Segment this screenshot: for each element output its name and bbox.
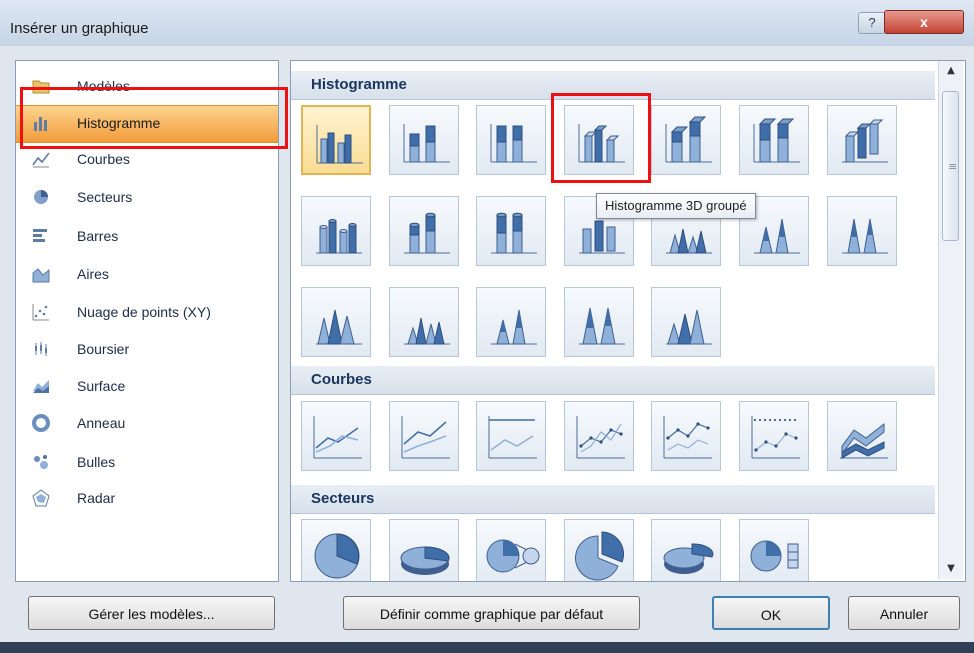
radar-chart-icon bbox=[32, 489, 50, 507]
category-item-bulles[interactable]: Bulles bbox=[16, 445, 278, 481]
category-label: Secteurs bbox=[77, 189, 133, 205]
chart-type-line[interactable] bbox=[301, 401, 371, 471]
pie-chart-icon bbox=[32, 188, 50, 206]
line-chart-icon bbox=[32, 150, 50, 168]
gallery-scrollbar[interactable]: ▲ ≡ ▼ bbox=[938, 61, 963, 579]
category-item-surface[interactable]: Surface bbox=[16, 369, 278, 405]
chart-type-3d-pie[interactable] bbox=[389, 519, 459, 581]
category-item-boursier[interactable]: Boursier bbox=[16, 332, 278, 368]
help-button[interactable]: ? bbox=[858, 12, 886, 34]
chart-type-clustered-column[interactable] bbox=[301, 105, 371, 175]
highlight-box-category bbox=[20, 87, 288, 149]
chart-type-3d-stacked-100-column[interactable] bbox=[739, 105, 809, 175]
chart-type-3d-pyramid[interactable] bbox=[651, 287, 721, 357]
section-header-secteurs: Secteurs bbox=[291, 485, 935, 514]
chart-type-3d-exploded-pie[interactable] bbox=[651, 519, 721, 581]
highlight-box-thumbnail bbox=[551, 93, 651, 183]
chart-type-stacked-100-cylinder[interactable] bbox=[476, 196, 546, 266]
taskbar-strip bbox=[0, 642, 974, 653]
category-label: Anneau bbox=[77, 415, 126, 431]
scroll-down-arrow-icon[interactable]: ▼ bbox=[939, 559, 963, 579]
chart-type-3d-column[interactable] bbox=[827, 105, 897, 175]
category-item-barres[interactable]: Barres bbox=[16, 219, 278, 255]
scroll-up-arrow-icon[interactable]: ▲ bbox=[939, 61, 963, 81]
title-bar: Insérer un graphique ? x bbox=[0, 0, 974, 46]
category-label: Courbes bbox=[77, 151, 130, 167]
chart-type-tooltip: Histogramme 3D groupé bbox=[596, 193, 756, 219]
category-item-nuage-de-points[interactable]: Nuage de points (XY) bbox=[16, 295, 278, 331]
chart-type-pie[interactable] bbox=[301, 519, 371, 581]
chart-type-pie-of-pie[interactable] bbox=[476, 519, 546, 581]
scatter-chart-icon bbox=[32, 303, 50, 321]
section-title: Courbes bbox=[311, 371, 372, 388]
chart-type-stacked-100-cone[interactable] bbox=[827, 196, 897, 266]
category-label: Nuage de points (XY) bbox=[77, 304, 211, 320]
section-title: Histogramme bbox=[311, 76, 407, 93]
insert-chart-dialog: Insérer un graphique ? x Modèles Histogr… bbox=[0, 0, 974, 653]
surface-chart-icon bbox=[32, 377, 50, 395]
chart-type-stacked-100-pyramid[interactable] bbox=[564, 287, 634, 357]
category-label: Bulles bbox=[77, 454, 116, 470]
chart-type-stacked-pyramid[interactable] bbox=[476, 287, 546, 357]
category-label: Aires bbox=[77, 266, 109, 282]
chart-type-3d-stacked-column[interactable] bbox=[651, 105, 721, 175]
chart-type-exploded-pie[interactable] bbox=[564, 519, 634, 581]
set-default-chart-button[interactable]: Définir comme graphique par défaut bbox=[343, 596, 640, 630]
manage-templates-button[interactable]: Gérer les modèles... bbox=[28, 596, 275, 630]
chart-type-stacked-line-markers[interactable] bbox=[651, 401, 721, 471]
scrollbar-thumb[interactable]: ≡ bbox=[942, 91, 959, 241]
chart-type-stacked-cylinder[interactable] bbox=[389, 196, 459, 266]
category-item-radar[interactable]: Radar bbox=[16, 481, 278, 517]
cancel-button[interactable]: Annuler bbox=[848, 596, 960, 630]
chart-type-bar-of-pie[interactable] bbox=[739, 519, 809, 581]
close-button[interactable]: x bbox=[884, 10, 964, 34]
dialog-title: Insérer un graphique bbox=[10, 20, 149, 37]
chart-type-stacked-line[interactable] bbox=[389, 401, 459, 471]
chart-type-line-markers[interactable] bbox=[564, 401, 634, 471]
category-item-secteurs[interactable]: Secteurs bbox=[16, 180, 278, 216]
category-label: Barres bbox=[77, 228, 119, 244]
chart-type-3d-cone[interactable] bbox=[301, 287, 371, 357]
section-header-courbes: Courbes bbox=[291, 366, 935, 395]
area-chart-icon bbox=[32, 265, 50, 283]
chart-type-stacked-100-column[interactable] bbox=[476, 105, 546, 175]
chart-type-stacked-column[interactable] bbox=[389, 105, 459, 175]
doughnut-chart-icon bbox=[32, 414, 50, 432]
grip-icon: ≡ bbox=[948, 160, 958, 173]
ok-button[interactable]: OK bbox=[712, 596, 830, 630]
bubble-chart-icon bbox=[32, 453, 50, 471]
category-item-anneau[interactable]: Anneau bbox=[16, 406, 278, 442]
chart-type-stacked-100-line[interactable] bbox=[476, 401, 546, 471]
section-title: Secteurs bbox=[311, 490, 375, 507]
chart-type-clustered-pyramid[interactable] bbox=[389, 287, 459, 357]
category-item-aires[interactable]: Aires bbox=[16, 257, 278, 293]
stock-chart-icon bbox=[32, 340, 50, 358]
category-label: Boursier bbox=[77, 341, 130, 357]
chart-type-stacked-100-line-markers[interactable] bbox=[739, 401, 809, 471]
category-label: Radar bbox=[77, 490, 116, 506]
category-label: Surface bbox=[77, 378, 126, 394]
chart-type-clustered-cylinder[interactable] bbox=[301, 196, 371, 266]
chart-type-3d-line[interactable] bbox=[827, 401, 897, 471]
bar-chart-icon bbox=[32, 227, 50, 245]
